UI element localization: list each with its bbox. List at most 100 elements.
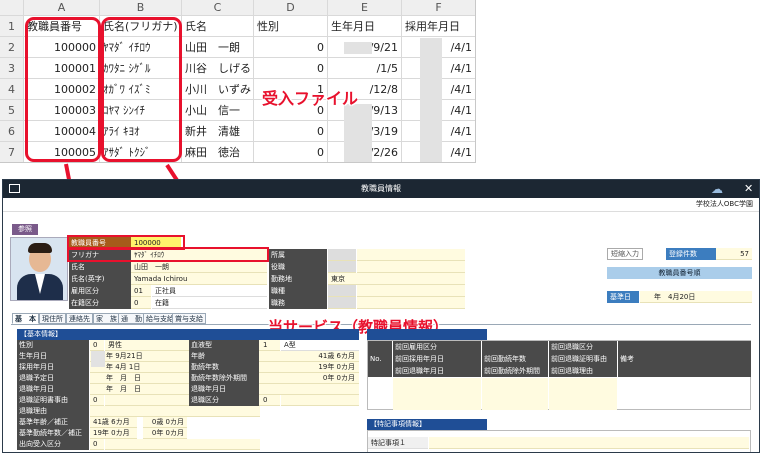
basic-right-value[interactable]: 41歳 6カ月: [260, 351, 359, 362]
name-en-label: 氏名(英字): [69, 273, 131, 285]
tab[interactable]: 家 族: [93, 313, 120, 324]
highlight-kana: [67, 247, 269, 262]
affil-label: 所属: [269, 249, 327, 261]
window-title: 教職員情報: [361, 184, 401, 193]
basic-right-label: 勤続年数除外期間: [189, 373, 259, 384]
basic-right-label: 退職区分: [189, 395, 259, 406]
org-name: 学校法人OBC学園: [695, 200, 753, 208]
window-icon[interactable]: [9, 184, 20, 193]
basic-field-value[interactable]: [90, 406, 260, 417]
history-h1: 前回採用年月日: [393, 353, 481, 365]
grade-value: [357, 297, 465, 309]
history-h3: 前回退職区分: [549, 341, 617, 353]
sort-order-selector[interactable]: 教職員番号順: [607, 267, 752, 279]
basic-field-code[interactable]: 0: [90, 340, 104, 351]
basic-field-value[interactable]: 41歳 6カ月: [90, 417, 137, 428]
grade-label: 職務: [269, 297, 327, 309]
status-label: 在籍区分: [69, 297, 131, 309]
history-cell[interactable]: [549, 378, 617, 410]
special-item-field[interactable]: [429, 437, 749, 449]
history-h3: 前回退職理由: [549, 365, 617, 377]
basic-right-code[interactable]: 0: [260, 395, 280, 406]
history-cell[interactable]: [482, 378, 548, 410]
basic-info-header: 【基本情報】: [17, 329, 359, 340]
basic-field-label: 生年月日: [17, 351, 89, 362]
status-code[interactable]: 0: [131, 297, 151, 309]
reference-badge[interactable]: 参照: [12, 224, 38, 235]
basic-right-label: 勤続年数: [189, 362, 259, 373]
base-date-value[interactable]: 年 4月20日: [640, 291, 752, 303]
weather-icon: ☁: [711, 182, 723, 196]
basic-field-label: 基準勤続年数／補正: [17, 428, 89, 439]
reg-count-label: 登録件数: [666, 248, 716, 260]
tab[interactable]: 基 本: [12, 313, 39, 324]
history-h2: 前回勤続年数: [482, 353, 548, 365]
name-label: 氏名: [69, 261, 131, 273]
basic-field-value[interactable]: 19年 0カ月: [90, 428, 137, 439]
basic-right-label: 血液型: [189, 340, 259, 351]
history-remark-header: 備考: [618, 341, 751, 377]
basic-field-code[interactable]: 0: [90, 395, 104, 406]
history-h3: 前回退職証明事由: [549, 353, 617, 365]
type-label: 職種: [269, 285, 327, 297]
emp-type-value: 正社員: [152, 285, 267, 297]
basic-field-adjust[interactable]: 0歳 0カ月: [143, 417, 187, 428]
role-label: 役職: [269, 261, 327, 273]
basic-right-value[interactable]: [281, 395, 359, 406]
history-table: No. 前回雇用区分 前回採用年月日 前回退職年月日 前回勤続年数 前回勤続除外…: [367, 340, 751, 410]
special-item-label: 特記事項１: [368, 437, 428, 449]
basic-field-label: 性別: [17, 340, 89, 351]
basic-field-label: 退職予定日: [17, 373, 89, 384]
history-h2: 前回勤続除外期間: [482, 365, 548, 377]
tab[interactable]: 通 勤: [118, 313, 145, 324]
basic-field-label: 採用年月日: [17, 362, 89, 373]
basic-right-value[interactable]: 0年 0カ月: [260, 373, 359, 384]
basic-field-label: 出向受入区分: [17, 439, 89, 450]
role-value: [357, 261, 465, 273]
type-code[interactable]: [328, 285, 356, 297]
org-bar: 学校法人OBC学園: [3, 198, 759, 212]
app-window: 教職員情報 ☁ ✕ 学校法人OBC学園 参照 教職員番号 100000 フリガナ…: [2, 179, 760, 453]
workplace-label: 勤務地: [269, 273, 327, 285]
reg-count-value: 57: [716, 248, 752, 260]
redacted-year: [91, 351, 105, 367]
workplace-value[interactable]: 東京: [328, 273, 465, 285]
basic-right-label: 退職年月日: [189, 384, 259, 395]
name-en-field[interactable]: Yamada Ichirou: [131, 273, 267, 285]
title-bar: 教職員情報 ☁ ✕: [3, 180, 759, 198]
tab[interactable]: 連絡先: [66, 313, 93, 324]
basic-right-value[interactable]: [260, 384, 359, 395]
name-field[interactable]: 山田 一朗: [131, 261, 267, 273]
basic-field-adjust[interactable]: 0年 0カ月: [143, 428, 187, 439]
history-header: [367, 329, 487, 340]
type-value: [357, 285, 465, 297]
affil-code[interactable]: [328, 249, 356, 261]
grade-code[interactable]: [328, 297, 356, 309]
basic-right-label: 年齢: [189, 351, 259, 362]
history-h2-blank: [482, 341, 548, 353]
basic-field-label: 退職証明書事由: [17, 395, 89, 406]
shortcut-input-button[interactable]: 短縮入力: [607, 248, 643, 260]
hair: [28, 243, 52, 253]
basic-right-code[interactable]: 1: [260, 340, 280, 351]
emp-type-label: 雇用区分: [69, 285, 131, 297]
history-no-header: No.: [368, 341, 392, 377]
tab[interactable]: 賞与支給: [172, 313, 206, 324]
basic-right-value[interactable]: A型: [281, 340, 359, 351]
tab[interactable]: 現住所: [39, 313, 66, 324]
basic-field-code[interactable]: 0: [90, 439, 104, 450]
history-cell[interactable]: [393, 378, 481, 410]
basic-field-label: 退職理由: [17, 406, 89, 417]
employee-photo: [10, 237, 68, 301]
special-header: 【特記事項情報】: [367, 419, 487, 430]
base-date-label: 基準日: [607, 291, 639, 303]
special-table: 特記事項１: [367, 430, 751, 452]
basic-field-label: 基準年齢／補正: [17, 417, 89, 428]
close-icon[interactable]: ✕: [744, 180, 753, 198]
emp-type-code[interactable]: 01: [131, 285, 151, 297]
basic-field-value[interactable]: [105, 439, 260, 450]
basic-right-value[interactable]: 19年 0カ月: [260, 362, 359, 373]
status-value: 在籍: [152, 297, 267, 309]
role-code[interactable]: [328, 261, 356, 273]
history-h1: 前回雇用区分: [393, 341, 481, 353]
